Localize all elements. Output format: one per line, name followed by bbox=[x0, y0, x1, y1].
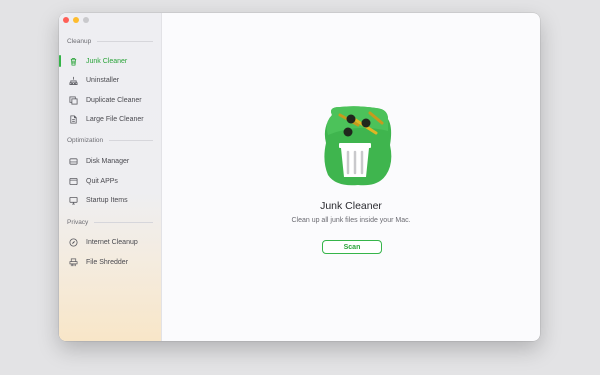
sidebar-item-label: File Shredder bbox=[86, 258, 129, 266]
large-file-icon bbox=[69, 114, 78, 124]
sidebar-item-label: Internet Cleanup bbox=[86, 238, 138, 246]
main-content: Junk Cleaner Clean up all junk files ins… bbox=[162, 13, 540, 341]
close-window-button[interactable] bbox=[63, 17, 69, 23]
app-window: Cleanup Junk Cleaner Uninstaller Duplica… bbox=[59, 13, 540, 341]
shredder-icon bbox=[69, 258, 78, 267]
page-subtitle: Clean up all junk files inside your Mac. bbox=[291, 217, 411, 224]
sidebar-item-large-file-cleaner[interactable]: Large File Cleaner bbox=[59, 111, 161, 127]
trash-icon bbox=[69, 57, 78, 66]
sidebar-item-disk-manager[interactable]: Disk Manager bbox=[59, 153, 161, 169]
sidebar-item-label: Disk Manager bbox=[86, 157, 130, 165]
sidebar-item-quit-apps[interactable]: Quit APPs bbox=[59, 173, 161, 189]
sidebar-item-uninstaller[interactable]: Uninstaller bbox=[59, 72, 161, 88]
uninstaller-icon bbox=[69, 76, 78, 85]
zoom-window-button[interactable] bbox=[83, 17, 89, 23]
sidebar-item-startup-items[interactable]: Startup Items bbox=[59, 192, 161, 208]
duplicate-icon bbox=[69, 95, 78, 105]
section-title-label: Cleanup bbox=[67, 38, 92, 45]
section-title-cleanup: Cleanup bbox=[67, 38, 153, 45]
compass-icon bbox=[69, 237, 78, 247]
sidebar-item-label: Junk Cleaner bbox=[86, 57, 128, 65]
minimize-window-button[interactable] bbox=[73, 17, 79, 23]
section-title-optimization: Optimization bbox=[67, 137, 153, 144]
quit-apps-icon bbox=[69, 177, 78, 186]
section-title-label: Privacy bbox=[67, 219, 89, 226]
sidebar-item-duplicate-cleaner[interactable]: Duplicate Cleaner bbox=[59, 92, 161, 108]
sidebar-item-label: Uninstaller bbox=[86, 76, 120, 84]
section-title-label: Optimization bbox=[67, 137, 104, 144]
sidebar-item-file-shredder[interactable]: File Shredder bbox=[59, 254, 161, 270]
page-title: Junk Cleaner bbox=[320, 200, 382, 212]
sidebar-item-junk-cleaner[interactable]: Junk Cleaner bbox=[59, 53, 161, 69]
scan-button[interactable]: Scan bbox=[322, 240, 382, 254]
window-controls bbox=[63, 17, 89, 23]
junk-cleaner-hero-icon bbox=[318, 101, 396, 189]
sidebar-item-label: Duplicate Cleaner bbox=[86, 96, 142, 104]
sidebar-item-label: Large File Cleaner bbox=[86, 115, 144, 123]
sidebar-item-label: Startup Items bbox=[86, 196, 128, 204]
disk-icon bbox=[69, 157, 78, 166]
sidebar-item-label: Quit APPs bbox=[86, 177, 118, 185]
monitor-icon bbox=[69, 196, 78, 205]
sidebar: Cleanup Junk Cleaner Uninstaller Duplica… bbox=[59, 13, 162, 341]
section-title-privacy: Privacy bbox=[67, 219, 153, 226]
sidebar-item-internet-cleanup[interactable]: Internet Cleanup bbox=[59, 234, 161, 250]
